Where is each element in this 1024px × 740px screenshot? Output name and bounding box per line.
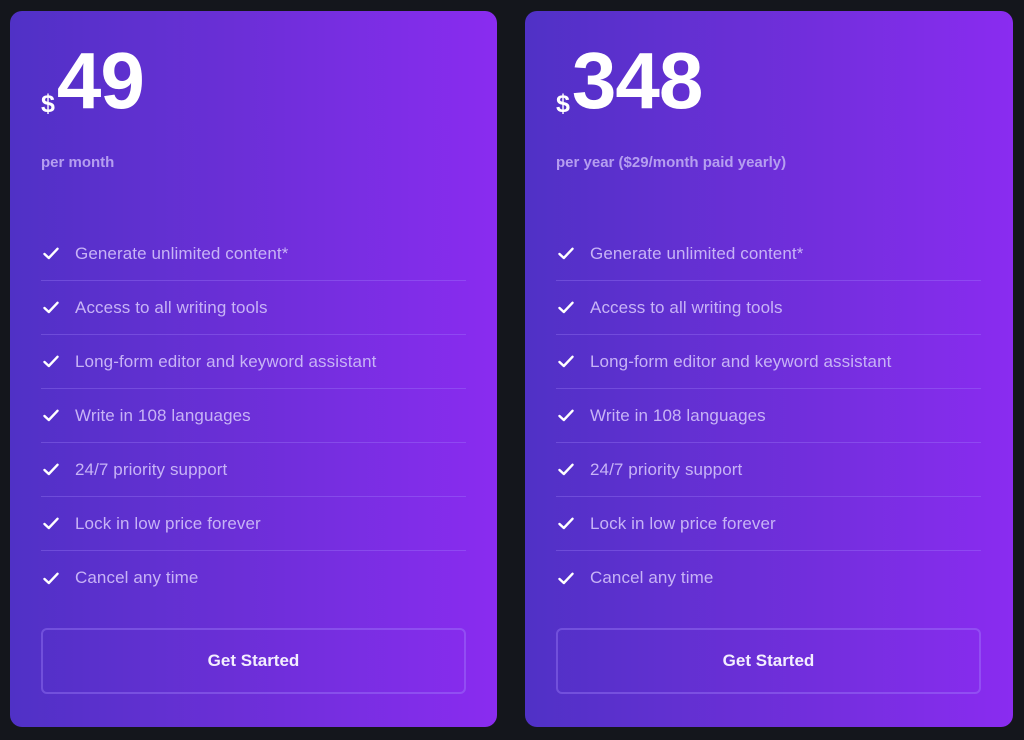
pricing-card-monthly: $ 49 per month Generate unlimited conten… — [10, 11, 497, 727]
check-icon — [42, 569, 60, 587]
currency-symbol: $ — [41, 90, 55, 118]
feature-label: Write in 108 languages — [590, 405, 766, 425]
feature-label: Lock in low price forever — [590, 513, 776, 533]
check-icon — [557, 461, 575, 479]
feature-item: Cancel any time — [556, 551, 981, 605]
feature-item: Access to all writing tools — [556, 281, 981, 335]
feature-label: Long-form editor and keyword assistant — [75, 351, 377, 371]
feature-label: 24/7 priority support — [75, 459, 228, 479]
billing-period: per year ($29/month paid yearly) — [556, 154, 787, 171]
check-icon — [42, 407, 60, 425]
feature-item: Lock in low price forever — [41, 497, 466, 551]
check-icon — [42, 299, 60, 317]
check-icon — [557, 515, 575, 533]
feature-item: Generate unlimited content* — [41, 227, 466, 281]
feature-label: Write in 108 languages — [75, 405, 251, 425]
check-icon — [557, 569, 575, 587]
check-icon — [42, 461, 60, 479]
check-icon — [557, 407, 575, 425]
feature-item: Write in 108 languages — [41, 389, 466, 443]
feature-label: Access to all writing tools — [590, 297, 783, 317]
feature-label: Generate unlimited content* — [75, 243, 289, 263]
feature-item: Long-form editor and keyword assistant — [41, 335, 466, 389]
check-icon — [42, 245, 60, 263]
pricing-card-yearly: $ 348 per year ($29/month paid yearly) G… — [525, 11, 1013, 727]
billing-period: per month — [41, 154, 115, 171]
feature-list: Generate unlimited content* Access to al… — [41, 227, 466, 605]
price-amount: 49 — [56, 36, 145, 125]
feature-label: 24/7 priority support — [590, 459, 743, 479]
currency-symbol: $ — [556, 90, 570, 118]
feature-item: Long-form editor and keyword assistant — [556, 335, 981, 389]
feature-item: 24/7 priority support — [41, 443, 466, 497]
check-icon — [557, 299, 575, 317]
feature-item: Write in 108 languages — [556, 389, 981, 443]
price: $ 49 — [41, 36, 145, 125]
feature-item: Cancel any time — [41, 551, 466, 605]
feature-label: Long-form editor and keyword assistant — [590, 351, 892, 371]
check-icon — [42, 515, 60, 533]
check-icon — [42, 353, 60, 371]
feature-label: Cancel any time — [75, 568, 199, 587]
feature-label: Generate unlimited content* — [590, 243, 804, 263]
feature-label: Access to all writing tools — [75, 297, 268, 317]
check-icon — [557, 353, 575, 371]
get-started-button[interactable]: Get Started — [556, 628, 981, 694]
feature-label: Cancel any time — [590, 568, 714, 587]
check-icon — [557, 245, 575, 263]
feature-item: 24/7 priority support — [556, 443, 981, 497]
feature-item: Generate unlimited content* — [556, 227, 981, 281]
price: $ 348 — [556, 36, 703, 125]
feature-item: Access to all writing tools — [41, 281, 466, 335]
get-started-button[interactable]: Get Started — [41, 628, 466, 694]
price-amount: 348 — [571, 36, 703, 125]
feature-item: Lock in low price forever — [556, 497, 981, 551]
feature-list: Generate unlimited content* Access to al… — [556, 227, 981, 605]
pricing-page: $ 49 per month Generate unlimited conten… — [0, 0, 1024, 740]
feature-label: Lock in low price forever — [75, 513, 261, 533]
